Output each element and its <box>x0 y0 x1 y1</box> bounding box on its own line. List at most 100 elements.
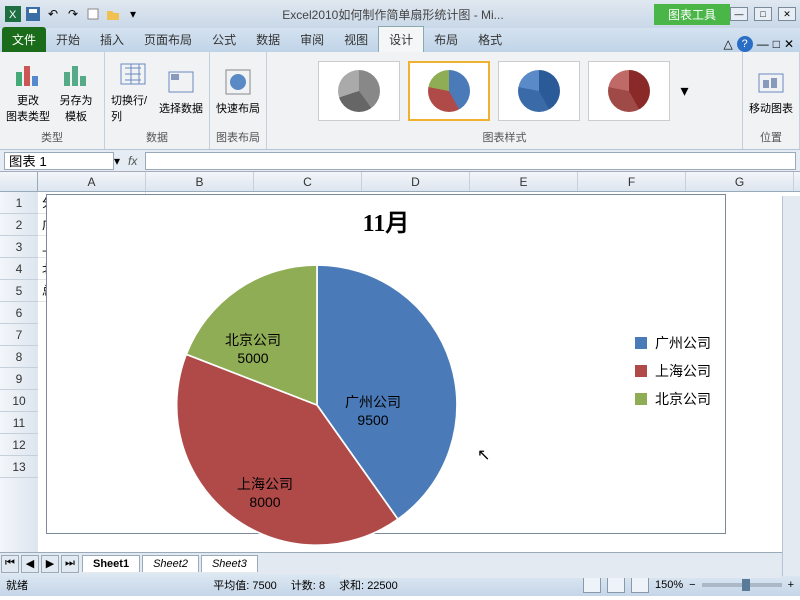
sheet-nav-next[interactable]: ▶ <box>41 555 59 573</box>
row-6[interactable]: 6 <box>0 302 38 324</box>
chart-legend[interactable]: 广州公司 上海公司 北京公司 <box>635 325 711 417</box>
zoom-out-button[interactable]: − <box>689 579 695 591</box>
legend-label: 北京公司 <box>655 389 711 409</box>
qat-dropdown-icon[interactable]: ▾ <box>124 5 142 23</box>
save-icon[interactable] <box>24 5 42 23</box>
row-12[interactable]: 12 <box>0 434 38 456</box>
view-normal-button[interactable] <box>583 577 601 593</box>
save-as-template-button[interactable]: 另存为 模板 <box>54 56 98 126</box>
group-type-label: 类型 <box>41 127 63 147</box>
tab-view[interactable]: 视图 <box>334 27 378 52</box>
switch-row-col-button[interactable]: 切换行/列 <box>111 56 155 126</box>
col-F[interactable]: F <box>578 172 686 191</box>
ribbon-min-icon[interactable]: △ <box>723 37 732 51</box>
horizontal-scrollbar[interactable] <box>340 560 780 578</box>
view-pagebreak-button[interactable] <box>631 577 649 593</box>
row-2[interactable]: 2 <box>0 214 38 236</box>
name-box[interactable] <box>4 152 114 170</box>
redo-icon[interactable]: ↷ <box>64 5 82 23</box>
row-1[interactable]: 1 <box>0 192 38 214</box>
legend-item[interactable]: 北京公司 <box>635 389 711 409</box>
legend-label: 广州公司 <box>655 333 711 353</box>
sheet-nav-last[interactable]: ⏭ <box>61 555 79 573</box>
move-chart-button[interactable]: 移动图表 <box>749 56 793 126</box>
row-9[interactable]: 9 <box>0 368 38 390</box>
group-data-label: 数据 <box>146 127 168 147</box>
doc-min-icon[interactable]: — <box>757 37 769 51</box>
sheet-nav-prev[interactable]: ◀ <box>21 555 39 573</box>
chart-style-2[interactable] <box>408 61 490 121</box>
label-guangzhou: 广州公司9500 <box>345 393 401 429</box>
tab-formulas[interactable]: 公式 <box>202 27 246 52</box>
sheet-tab-1[interactable]: Sheet1 <box>82 555 140 572</box>
undo-icon[interactable]: ↶ <box>44 5 62 23</box>
row-7[interactable]: 7 <box>0 324 38 346</box>
sheet-tab-2[interactable]: Sheet2 <box>142 555 199 572</box>
legend-swatch <box>635 365 647 377</box>
view-pagelayout-button[interactable] <box>607 577 625 593</box>
chart-object[interactable]: 11月 广州公司9500 上海公司8000 北京公司5000 ↖ 广州公司 上海… <box>46 194 726 534</box>
fx-icon[interactable]: fx <box>120 154 145 168</box>
status-count: 计数: 8 <box>291 577 325 593</box>
new-icon[interactable] <box>84 5 102 23</box>
tab-insert[interactable]: 插入 <box>90 27 134 52</box>
doc-max-icon[interactable]: □ <box>773 37 780 51</box>
tab-format[interactable]: 格式 <box>468 27 512 52</box>
tab-data[interactable]: 数据 <box>246 27 290 52</box>
cursor-icon: ↖ <box>477 445 490 465</box>
legend-item[interactable]: 广州公司 <box>635 333 711 353</box>
row-13[interactable]: 13 <box>0 456 38 478</box>
open-icon[interactable] <box>104 5 122 23</box>
doc-close-icon[interactable]: ✕ <box>784 37 794 51</box>
close-button[interactable]: ✕ <box>778 7 796 21</box>
zoom-level[interactable]: 150% <box>655 579 683 591</box>
window-title: Excel2010如何制作简单扇形统计图 - Mi... <box>142 6 644 23</box>
col-E[interactable]: E <box>470 172 578 191</box>
legend-item[interactable]: 上海公司 <box>635 361 711 381</box>
chart-style-1[interactable] <box>318 61 400 121</box>
group-styles-label: 图表样式 <box>483 127 527 147</box>
row-4[interactable]: 4 <box>0 258 38 280</box>
excel-icon[interactable]: X <box>4 5 22 23</box>
styles-more-icon[interactable]: ▾ <box>676 77 692 105</box>
row-8[interactable]: 8 <box>0 346 38 368</box>
maximize-button[interactable]: □ <box>754 7 772 21</box>
zoom-slider[interactable] <box>702 583 782 587</box>
chart-style-3[interactable] <box>498 61 580 121</box>
minimize-button[interactable]: — <box>730 7 748 21</box>
col-B[interactable]: B <box>146 172 254 191</box>
select-all-corner[interactable] <box>0 172 38 191</box>
row-3[interactable]: 3 <box>0 236 38 258</box>
col-C[interactable]: C <box>254 172 362 191</box>
chart-tools-tab: 图表工具 <box>654 4 730 25</box>
formula-bar[interactable] <box>145 152 796 170</box>
col-D[interactable]: D <box>362 172 470 191</box>
vertical-scrollbar[interactable] <box>782 196 800 576</box>
sheet-nav-first[interactable]: ⏮ <box>1 555 19 573</box>
chart-title[interactable]: 11月 <box>47 203 725 238</box>
status-avg: 平均值: 7500 <box>213 577 277 593</box>
tab-pagelayout[interactable]: 页面布局 <box>134 27 202 52</box>
tab-design[interactable]: 设计 <box>378 26 424 52</box>
tab-home[interactable]: 开始 <box>46 27 90 52</box>
legend-swatch <box>635 337 647 349</box>
row-11[interactable]: 11 <box>0 412 38 434</box>
col-A[interactable]: A <box>38 172 146 191</box>
status-sum: 求和: 22500 <box>339 577 398 593</box>
row-10[interactable]: 10 <box>0 390 38 412</box>
svg-text:X: X <box>9 9 17 21</box>
tab-review[interactable]: 审阅 <box>290 27 334 52</box>
select-data-button[interactable]: 选择数据 <box>159 56 203 126</box>
tab-file[interactable]: 文件 <box>2 27 46 52</box>
quick-layout-button[interactable]: 快速布局 <box>216 56 260 126</box>
zoom-in-button[interactable]: + <box>788 579 794 591</box>
pie-chart[interactable] <box>177 265 457 545</box>
label-beijing: 北京公司5000 <box>225 331 281 367</box>
row-5[interactable]: 5 <box>0 280 38 302</box>
chart-style-4[interactable] <box>588 61 670 121</box>
sheet-tab-3[interactable]: Sheet3 <box>201 555 258 572</box>
tab-layout[interactable]: 布局 <box>424 27 468 52</box>
change-chart-type-button[interactable]: 更改 图表类型 <box>6 56 50 126</box>
col-G[interactable]: G <box>686 172 794 191</box>
help-icon[interactable]: ? <box>737 36 753 52</box>
